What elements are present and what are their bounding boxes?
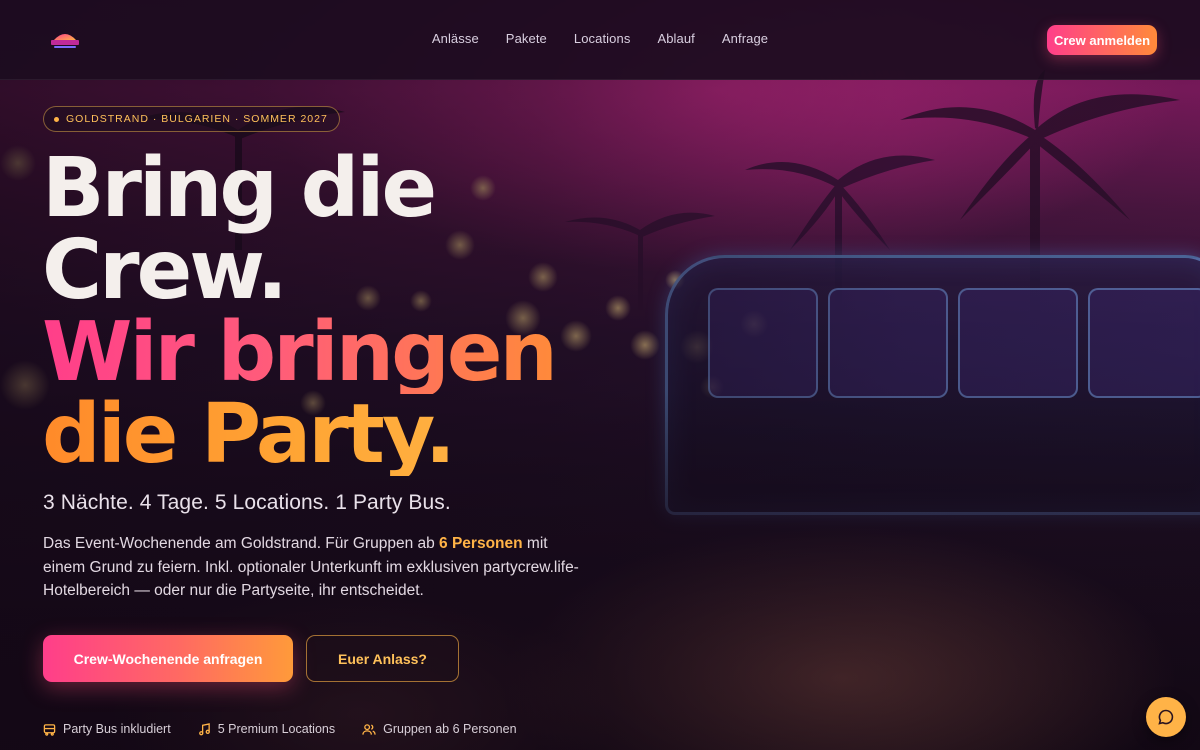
headline-line-4: die Party. bbox=[42, 394, 555, 476]
nav-link-pakete[interactable]: Pakete bbox=[506, 31, 547, 46]
feature-item: 5 Premium Locations bbox=[198, 722, 335, 736]
hero-description: Das Event-Wochenende am Goldstrand. Für … bbox=[43, 532, 583, 603]
feature-label: Gruppen ab 6 Personen bbox=[383, 722, 517, 736]
music-note-icon bbox=[198, 722, 210, 735]
headline-line-3: Wir bringen bbox=[42, 305, 558, 400]
hero-headline: Bring die Crew. Wir bringen die Party. bbox=[42, 141, 558, 476]
feature-item: Gruppen ab 6 Personen bbox=[362, 722, 517, 736]
crew-anmelden-button[interactable]: Crew anmelden bbox=[1047, 25, 1157, 55]
main-navigation: Anlässe Pakete Locations Ablauf Anfrage bbox=[0, 31, 1200, 46]
nav-link-locations[interactable]: Locations bbox=[574, 31, 631, 46]
nav-link-ablauf[interactable]: Ablauf bbox=[657, 31, 694, 46]
feature-label: Party Bus inkludiert bbox=[63, 722, 171, 736]
badge-dot-icon bbox=[54, 116, 59, 122]
location-badge: GOLDSTRAND · BULGARIEN · SOMMER 2027 bbox=[43, 106, 340, 132]
nav-link-anfrage[interactable]: Anfrage bbox=[722, 31, 768, 46]
feature-label: 5 Premium Locations bbox=[217, 722, 336, 736]
badge-text: GOLDSTRAND · BULGARIEN · SOMMER 2027 bbox=[66, 113, 328, 125]
desc-text-1: Das Event-Wochenende am Goldstrand. Für … bbox=[43, 535, 440, 552]
crew-wochenende-anfragen-button[interactable]: Crew-Wochenende anfragen bbox=[43, 635, 293, 682]
feature-list: Party Bus inkludiert 5 Premium Locations… bbox=[43, 722, 517, 736]
users-icon bbox=[362, 723, 376, 735]
hero-subline: 3 Nächte. 4 Tage. 5 Locations. 1 Party B… bbox=[43, 491, 451, 514]
feature-item: Party Bus inkludiert bbox=[43, 722, 171, 736]
bus-icon bbox=[43, 723, 56, 736]
nav-link-anlaesse[interactable]: Anlässe bbox=[432, 31, 479, 46]
chat-widget-button[interactable] bbox=[1146, 697, 1186, 737]
headline-line-2: Crew. bbox=[42, 223, 288, 318]
euer-anlass-button[interactable]: Euer Anlass? bbox=[306, 635, 459, 682]
chat-bubble-icon bbox=[1158, 709, 1174, 725]
site-header: Anlässe Pakete Locations Ablauf Anfrage … bbox=[0, 0, 1200, 80]
desc-highlight: 6 Personen bbox=[439, 535, 523, 552]
headline-line-1: Bring die bbox=[42, 141, 437, 236]
